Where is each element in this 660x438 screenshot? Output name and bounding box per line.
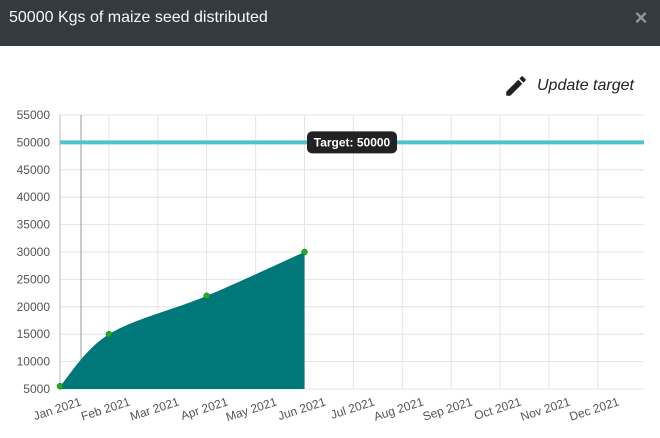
x-tick-label: May 2021	[224, 394, 279, 424]
close-icon[interactable]: ×	[632, 7, 650, 29]
target-label: Target: 50000	[314, 135, 391, 149]
update-target-button[interactable]: Update target	[503, 72, 643, 100]
x-tick-label: Dec 2021	[568, 394, 621, 423]
y-tick-label: 30000	[17, 245, 51, 259]
x-tick-label: Mar 2021	[128, 394, 181, 423]
x-tick-label: Nov 2021	[519, 394, 572, 423]
x-tick-label: Apr 2021	[179, 394, 230, 422]
y-tick-label: 5000	[23, 382, 50, 396]
y-tick-label: 10000	[17, 355, 51, 369]
data-point[interactable]	[56, 383, 64, 390]
y-tick-label: 45000	[17, 163, 51, 177]
x-tick-label: Aug 2021	[372, 394, 426, 423]
x-tick-label: Feb 2021	[79, 394, 132, 423]
data-point[interactable]	[203, 292, 210, 300]
modal-title: 50000 Kgs of maize seed distributed	[9, 9, 268, 26]
area-series	[60, 252, 305, 389]
pencil-icon	[506, 76, 526, 96]
y-tick-label: 40000	[17, 190, 51, 204]
x-tick-label: Sep 2021	[421, 394, 475, 423]
y-tick-label: 50000	[17, 135, 51, 149]
y-tick-label: 15000	[17, 327, 51, 341]
y-tick-label: 35000	[17, 218, 51, 232]
y-tick-label: 55000	[17, 108, 51, 122]
progress-chart: 5000 10000 15000 20000 25000 30000 35000 40000 4…	[17, 108, 644, 424]
y-tick-label: 25000	[17, 272, 51, 286]
data-point[interactable]	[105, 330, 113, 338]
x-tick-label: Jun 2021	[276, 394, 328, 423]
data-point[interactable]	[301, 248, 308, 256]
update-target-label: Update target	[537, 77, 634, 94]
y-tick-label: 20000	[17, 300, 51, 314]
x-tick-label: Jul 2021	[329, 394, 377, 421]
modal-header: 50000 Kgs of maize seed distributed ×	[0, 0, 660, 46]
x-tick-label: Oct 2021	[472, 394, 523, 422]
x-tick-label: Jan 2021	[32, 394, 84, 423]
